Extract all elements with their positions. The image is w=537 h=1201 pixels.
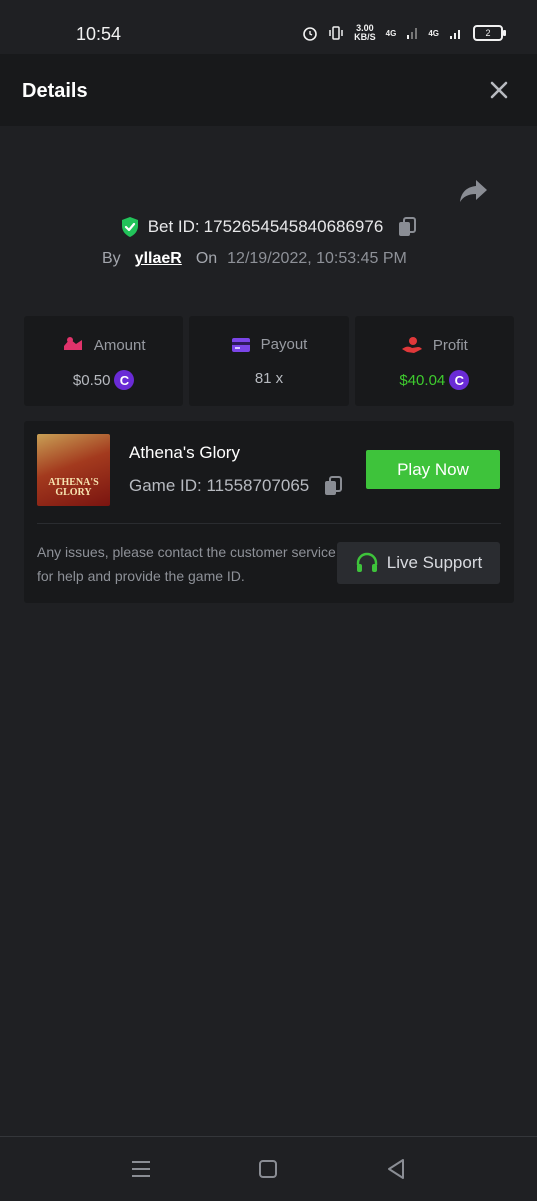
alarm-icon — [303, 27, 317, 41]
game-card: ATHENA'S GLORY Athena's Glory Game ID: 1… — [24, 421, 514, 603]
coin-icon: C — [449, 370, 470, 390]
game-thumbnail-text: ATHENA'S GLORY — [48, 477, 99, 498]
stat-amount: Amount $0.50 C — [24, 316, 184, 406]
game-id-row: Game ID: 11558707065 — [129, 475, 343, 497]
bet-datetime: 12/19/2022, 10:53:45 PM — [227, 250, 407, 267]
close-icon[interactable] — [487, 78, 511, 102]
status-icons: 3.00 KB/S 4G 4G 2 — [302, 23, 506, 42]
net-speed: 3.00 KB/S — [354, 23, 376, 42]
details-header: Details — [0, 54, 537, 126]
amount-icon — [63, 337, 82, 350]
menu-icon[interactable] — [127, 1155, 155, 1183]
signal-icon-2 — [450, 30, 460, 39]
coin-icon: C — [114, 370, 135, 390]
copy-bet-id-icon[interactable] — [397, 216, 417, 238]
profit-hand-icon — [401, 337, 422, 353]
bet-stats: Amount $0.50 C Payout 81 x Profit $40.04… — [24, 316, 514, 406]
play-now-button[interactable]: Play Now — [366, 450, 500, 489]
game-id-label: Game ID: — [129, 476, 202, 495]
headset-icon — [356, 552, 377, 572]
home-icon[interactable] — [254, 1155, 282, 1183]
share-icon[interactable] — [458, 178, 488, 204]
game-name: Athena's Glory — [129, 443, 240, 462]
by-label: By — [102, 250, 121, 267]
back-icon[interactable] — [382, 1155, 410, 1183]
page-title: Details — [22, 80, 88, 102]
copy-game-id-icon[interactable] — [323, 475, 343, 497]
live-support-label: Live Support — [386, 553, 483, 572]
profit-value: $40.04 — [399, 371, 446, 389]
verified-shield-icon — [121, 217, 138, 237]
username-link[interactable]: yllaeR — [135, 250, 182, 268]
divider — [37, 523, 501, 524]
payout-label: Payout — [260, 336, 308, 353]
profit-label: Profit — [432, 336, 468, 354]
battery-icon: 2 — [473, 25, 506, 41]
signal-icon — [407, 28, 418, 39]
bet-owner-row: By yllaeR On 12/19/2022, 10:53:45 PM — [102, 250, 407, 268]
status-bar: 10:54 3.00 KB/S 4G 4G 2 — [0, 0, 537, 54]
support-message: Any issues, please contact the customer … — [37, 544, 336, 584]
live-support-button[interactable]: Live Support — [337, 542, 500, 584]
payout-value: 81 x — [254, 370, 284, 387]
bet-id-label: Bet ID: — [147, 217, 200, 236]
status-time: 10:54 — [76, 24, 122, 44]
bet-id-row: Bet ID: 1752654545840686976 — [0, 216, 537, 238]
amount-label: Amount — [93, 336, 146, 354]
payout-card-icon — [231, 337, 250, 352]
network-4g-label: 4G — [385, 28, 397, 38]
system-nav-bar — [0, 1136, 537, 1201]
stat-payout: Payout 81 x — [189, 316, 349, 406]
game-id-value: 11558707065 — [206, 476, 310, 495]
game-thumbnail[interactable]: ATHENA'S GLORY — [37, 434, 110, 506]
network-4g-label-2: 4G — [428, 28, 439, 38]
bet-id-value: 1752654545840686976 — [203, 217, 384, 236]
amount-value: $0.50 — [72, 371, 111, 389]
vibrate-icon — [329, 26, 343, 40]
on-label: On — [195, 250, 218, 267]
stat-profit: Profit $40.04 C — [354, 316, 514, 406]
